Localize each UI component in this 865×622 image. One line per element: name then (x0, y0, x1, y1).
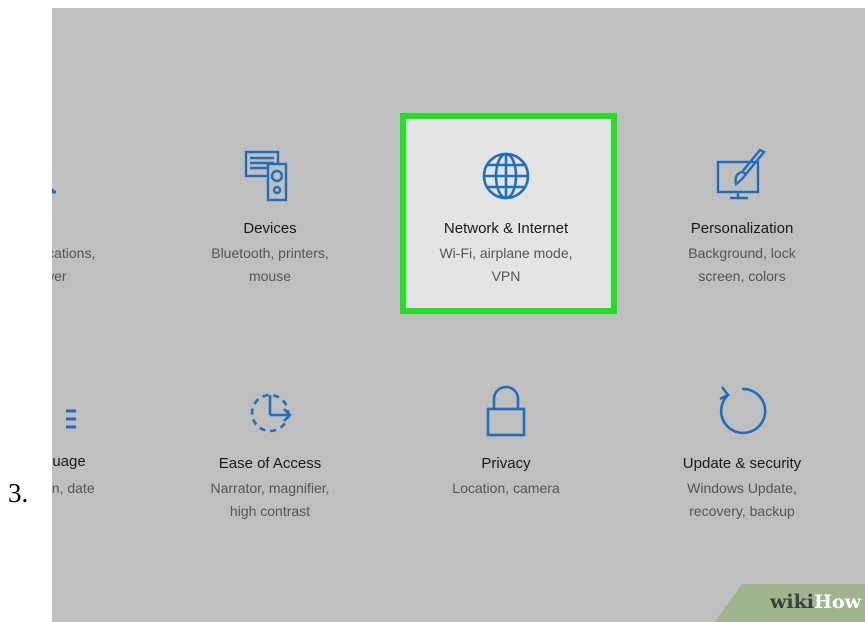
wikihow-watermark: wikiHow (715, 584, 865, 622)
step-number: 3. (8, 478, 29, 508)
tile-system[interactable]: n ications, wer (52, 138, 134, 318)
tile-title: guage (52, 453, 86, 470)
tile-title: Devices (243, 220, 297, 237)
settings-panel: n ications, wer Devices Bluetooth, print… (52, 8, 865, 622)
tile-devices[interactable]: Devices Bluetooth, printers, mouse (170, 138, 370, 318)
tile-description: Wi-Fi, airplane mode, VPN (439, 245, 573, 284)
ease-of-access-icon (240, 381, 300, 441)
tile-title: n (52, 218, 134, 235)
paintbrush-icon (712, 146, 772, 206)
tile-privacy[interactable]: Privacy Location, camera (406, 373, 606, 553)
tile-ease-of-access[interactable]: Ease of Access Narrator, magnifier, high… (170, 373, 370, 553)
tile-title: Personalization (690, 220, 794, 237)
tile-description: on, date (52, 480, 95, 496)
globe-icon (476, 146, 536, 206)
tile-update-security[interactable]: Update & security Windows Update, recove… (642, 373, 842, 553)
tile-network-internet[interactable]: Network & Internet Wi-Fi, airplane mode,… (406, 138, 606, 318)
tile-title: Network & Internet (443, 220, 569, 237)
refresh-icon (712, 381, 772, 441)
lock-icon (476, 381, 536, 441)
tile-description: Location, camera (452, 480, 560, 496)
tile-title: Privacy (481, 455, 531, 472)
laptop-icon (52, 138, 90, 198)
tile-description: ications, wer (52, 245, 96, 284)
tile-description: Narrator, magnifier, high contrast (210, 480, 330, 519)
tile-description: Background, lock screen, colors (688, 245, 796, 284)
tile-description: Bluetooth, printers, mouse (211, 245, 329, 284)
tile-time-language[interactable]: guage on, date (52, 373, 134, 553)
tile-title: Ease of Access (218, 455, 322, 472)
tile-personalization[interactable]: Personalization Background, lock screen,… (642, 138, 842, 318)
language-icon (52, 389, 76, 449)
devices-icon (240, 146, 300, 206)
tile-title: Update & security (682, 455, 802, 472)
tile-description: Windows Update, recovery, backup (687, 480, 797, 519)
